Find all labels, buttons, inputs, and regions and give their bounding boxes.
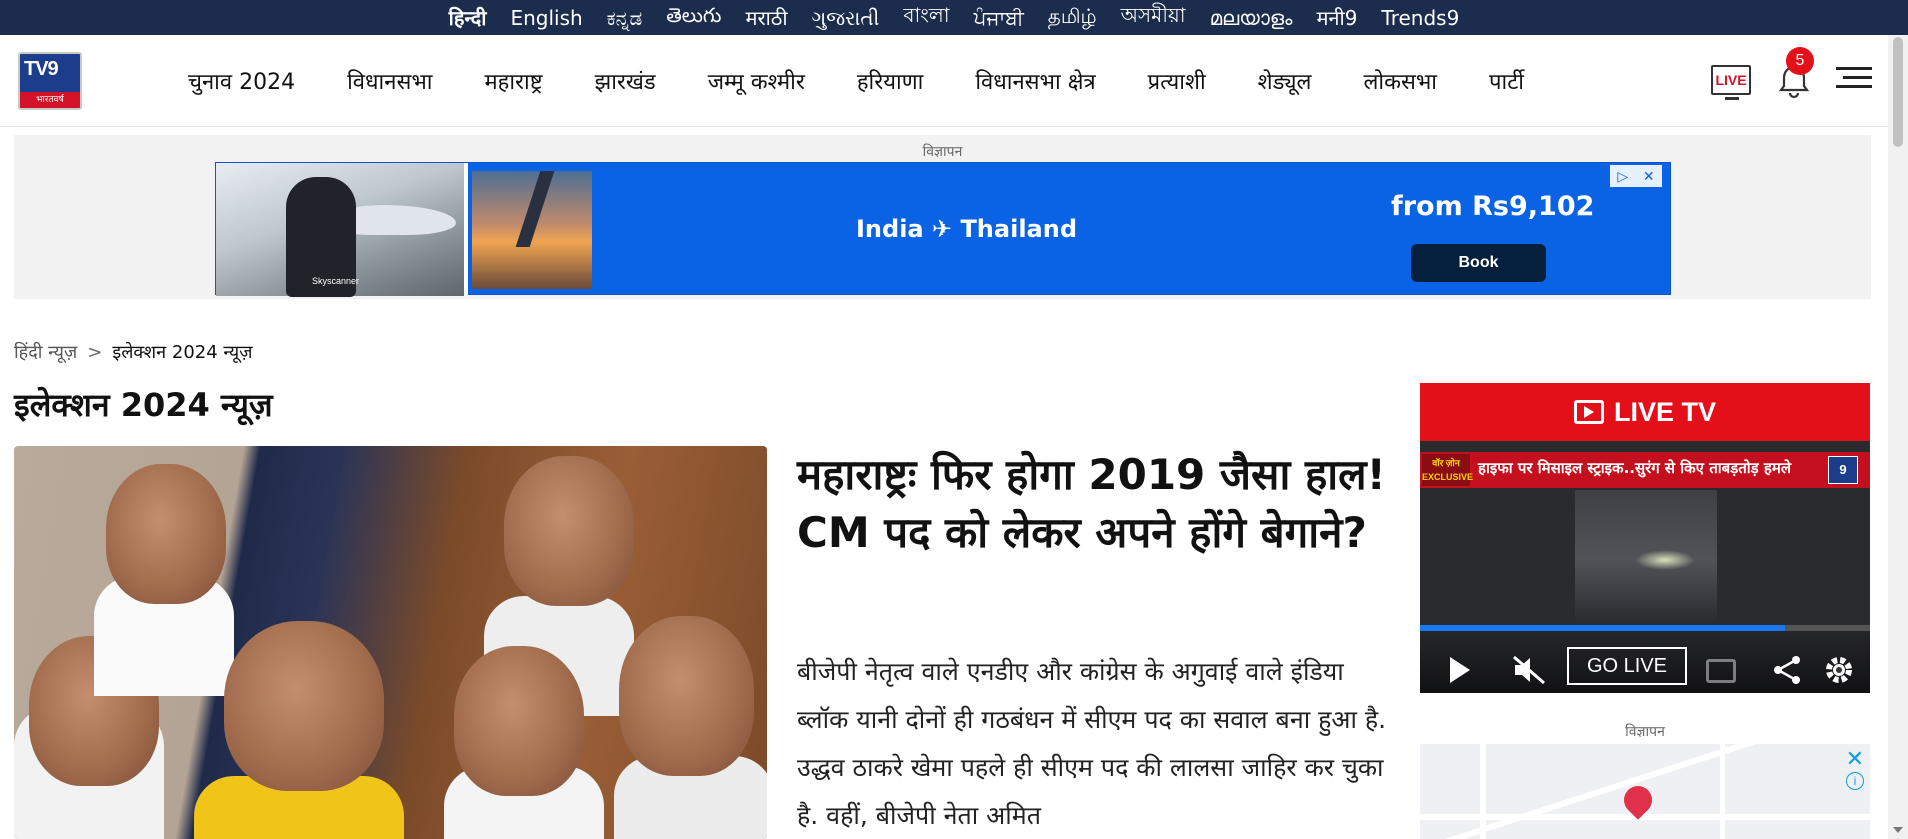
map-ad[interactable]: ✕ i (1420, 744, 1870, 839)
nav-item[interactable]: हरियाणा (857, 66, 923, 96)
nav-item[interactable]: प्रत्याशी (1148, 66, 1206, 96)
page-title: इलेक्शन 2024 न्यूज़ (14, 386, 273, 424)
ad-info-icon[interactable]: i (1846, 772, 1864, 790)
ad-close-icon[interactable]: ✕ (1846, 746, 1864, 772)
side-ad-label: विज्ञापन (1625, 724, 1665, 740)
logo-text: TV9 (24, 58, 59, 80)
language-link[interactable]: ગુજરાતી (812, 6, 880, 30)
news-ticker: वॉर ज़ोन EXCLUSIVE हाइफा पर मिसाइल स्ट्र… (1420, 452, 1870, 488)
scrollbar-thumb[interactable] (1893, 37, 1903, 147)
vertical-scrollbar[interactable] (1888, 35, 1908, 839)
logo-subtitle: भारतवर्ष (20, 92, 80, 108)
hero-summary: बीजेपी नेतृत्व वाले एनडीए और कांग्रेस के… (797, 657, 1387, 830)
nav-item[interactable]: महाराष्ट्र (485, 66, 543, 96)
language-link[interactable]: Trends9 (1381, 6, 1459, 30)
site-header: TV9 भारतवर्ष चुनाव 2024 विधानसभा महाराष्ट्… (0, 35, 1888, 127)
live-tv-player[interactable]: वॉर ज़ोन EXCLUSIVE हाइफा पर मिसाइल स्ट्र… (1420, 441, 1870, 693)
breadcrumb: हिंदी न्यूज़ > इलेक्शन 2024 न्यूज़ (14, 340, 253, 364)
mute-icon[interactable] (1512, 655, 1546, 685)
notification-badge: 5 (1786, 47, 1814, 75)
ad-choices-icon[interactable]: ▷ ✕ (1610, 165, 1662, 187)
breadcrumb-chevron-icon: > (87, 341, 103, 363)
ad-photo-wing (472, 171, 592, 289)
breadcrumb-current: इलेक्शन 2024 न्यूज़ (112, 342, 253, 363)
skyscanner-banner-ad[interactable]: Skyscanner India ✈ Thailand from Rs9,102… (215, 162, 1671, 297)
go-live-button[interactable]: GO LIVE (1567, 647, 1687, 685)
nav-item[interactable]: विधानसभा क्षेत्र (975, 66, 1095, 96)
ad-price-text: from Rs9,102 (1391, 191, 1595, 222)
nav-item[interactable]: पार्टी (1489, 66, 1524, 96)
ad-book-button[interactable]: Book (1411, 244, 1546, 282)
top-ad-container: विज्ञापन Skyscanner India ✈ Thailand fro… (14, 135, 1871, 299)
ad-route-text: India ✈ Thailand (856, 215, 1078, 243)
breadcrumb-home-link[interactable]: हिंदी न्यूज़ (14, 340, 77, 364)
hero-headline-link[interactable]: महाराष्ट्रः फिर होगा 2019 जैसा हाल! CM प… (797, 446, 1387, 562)
nav-item[interactable]: लोकसभा (1363, 66, 1437, 96)
language-bar: हिन्दी English ಕನ್ನಡ తెలుగు मराठी ગુજરાતી বাংল… (0, 0, 1908, 35)
main-nav: चुनाव 2024 विधानसभा महाराष्ट्र झारखंड जम्मू … (188, 35, 1524, 127)
play-icon[interactable] (1450, 657, 1470, 683)
hamburger-menu-icon[interactable] (1836, 67, 1872, 93)
settings-gear-icon[interactable] (1822, 653, 1856, 687)
page: हिन्दी English ಕನ್ನಡ తెలుగు मराठी ગુજરાતી বাংল… (0, 0, 1908, 839)
tv9-mini-logo: 9 (1828, 456, 1858, 484)
nav-item[interactable]: शेड्यूल (1258, 66, 1312, 96)
live-tv-button[interactable]: LIVE (1711, 65, 1751, 100)
language-link[interactable]: मनी9 (1316, 4, 1357, 31)
nav-item[interactable]: झारखंड (595, 66, 656, 96)
language-link[interactable]: తెలుగు (666, 3, 721, 32)
ad-photo-travelers: Skyscanner (216, 163, 468, 297)
nav-item[interactable]: विधानसभा (347, 66, 432, 96)
share-icon[interactable] (1770, 653, 1804, 687)
language-link[interactable]: ಕನ್ನಡ (607, 6, 643, 30)
language-link[interactable]: தமிழ் (1048, 4, 1097, 31)
language-link[interactable]: മലയാളം (1210, 6, 1293, 30)
ticker-tag: वॉर ज़ोन EXCLUSIVE (1422, 454, 1473, 486)
tv9-logo[interactable]: TV9 भारतवर्ष (18, 52, 82, 110)
language-link[interactable]: English (510, 6, 582, 30)
scroll-down-arrow-icon[interactable] (1893, 827, 1903, 833)
nav-item[interactable]: चुनाव 2024 (188, 66, 295, 96)
language-link[interactable]: मराठी (745, 4, 787, 31)
live-tv-title: LIVE TV (1613, 396, 1716, 427)
tv-play-icon (1573, 400, 1604, 424)
cast-icon[interactable] (1706, 659, 1736, 683)
ticker-text: हाइफा पर मिसाइल स्ट्राइक..सुरंग से किए त… (1478, 459, 1792, 477)
live-tv-header[interactable]: LIVE TV (1420, 383, 1870, 441)
language-link[interactable]: বাংলা (903, 1, 949, 34)
nav-item[interactable]: जम्मू कश्मीर (708, 66, 805, 96)
ad-label: विज्ञापन (922, 144, 963, 160)
hero-article-image[interactable] (14, 446, 767, 839)
ad-brand: Skyscanner (312, 276, 360, 286)
language-link[interactable]: ਪੰਜਾਬੀ (974, 6, 1024, 30)
language-link[interactable]: हिन्दी (449, 4, 487, 31)
video-frame (1575, 490, 1717, 630)
language-link[interactable]: অসমীয়া (1121, 1, 1186, 34)
player-controls: GO LIVE (1420, 631, 1870, 693)
